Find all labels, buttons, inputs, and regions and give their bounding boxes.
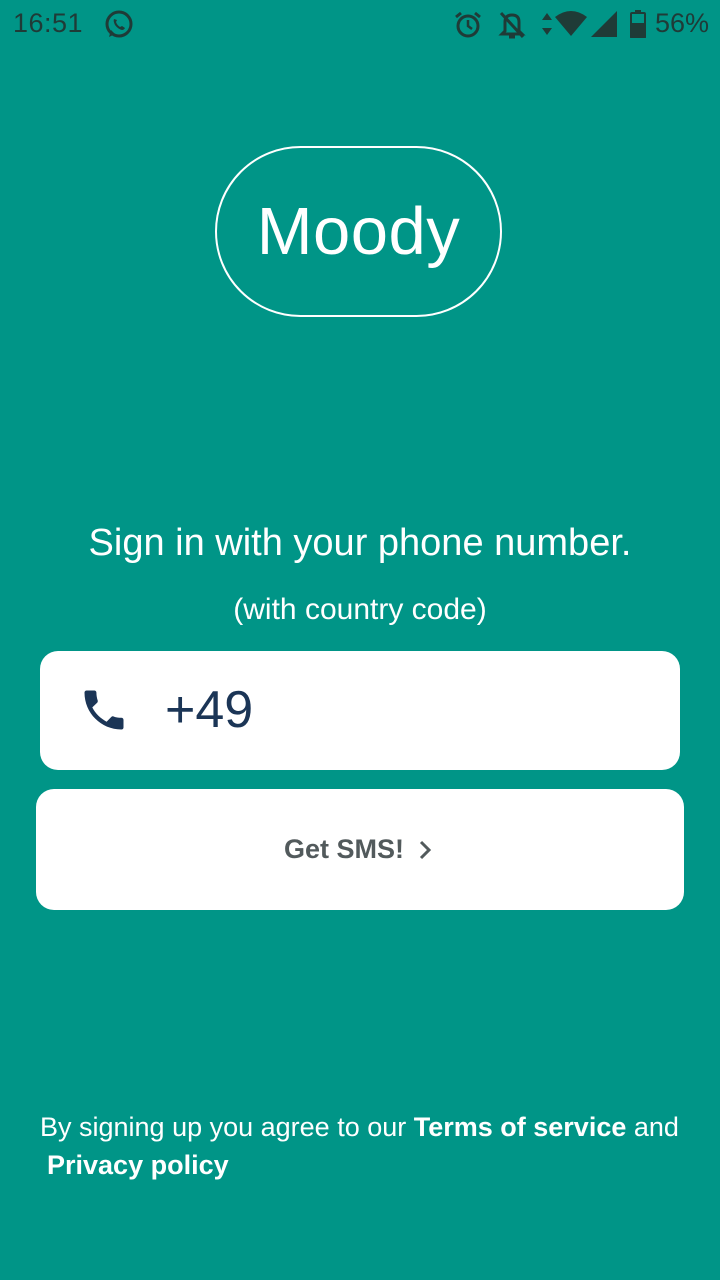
get-sms-label: Get SMS! bbox=[283, 834, 404, 864]
phone-number-input[interactable] bbox=[165, 671, 645, 749]
battery-icon bbox=[630, 10, 646, 38]
app-logo: Moody bbox=[215, 146, 502, 317]
battery-percentage: 56% bbox=[655, 8, 710, 38]
whatsapp-icon bbox=[105, 10, 133, 38]
data-arrows-icon bbox=[542, 13, 552, 35]
logo-text: Moody bbox=[256, 194, 461, 269]
alarm-icon bbox=[455, 11, 481, 38]
chevron-right-icon bbox=[419, 840, 432, 859]
terms-of-service-link[interactable]: Terms of service bbox=[414, 1112, 627, 1142]
phone-number-field[interactable] bbox=[40, 651, 680, 770]
legal-notice: By signing up you agree to our Terms of … bbox=[40, 1108, 700, 1184]
status-bar: 16:51 56% bbox=[0, 0, 720, 50]
legal-and: and bbox=[626, 1112, 679, 1142]
get-sms-button[interactable]: Get SMS! bbox=[36, 789, 684, 910]
signal-icon bbox=[591, 11, 617, 37]
status-time: 16:51 bbox=[13, 8, 84, 38]
legal-prefix: By signing up you agree to our bbox=[40, 1112, 414, 1142]
page-title: Sign in with your phone number. bbox=[88, 522, 632, 564]
phone-icon bbox=[84, 690, 124, 730]
bell-off-icon bbox=[498, 11, 526, 39]
wifi-icon bbox=[555, 11, 587, 36]
privacy-policy-link[interactable]: Privacy policy bbox=[40, 1150, 229, 1180]
page-subtitle: (with country code) bbox=[233, 593, 487, 626]
